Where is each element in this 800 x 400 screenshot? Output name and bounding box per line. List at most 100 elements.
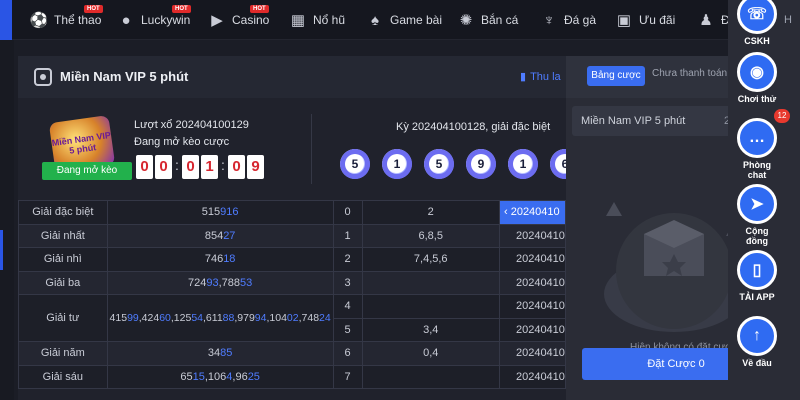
digit-tail: 2 xyxy=(361,200,500,225)
table-row: Giải nhì 74618 2 7,4,5,6 20240410 xyxy=(18,247,567,272)
nav-item-card-games[interactable]: ♠ Game bài xyxy=(366,0,442,40)
period-cell: 20240410 xyxy=(498,223,567,248)
top-navigation: ⚽ Thể thao HOT ● Luckywin HOT ▶ Casino H… xyxy=(0,0,800,40)
community-button[interactable]: ➤ Cộng đồng xyxy=(736,184,778,246)
chart-icon: ▮ xyxy=(520,71,527,83)
headset-icon: ☏ xyxy=(737,0,777,34)
slot-machine-icon: ▦ xyxy=(290,12,306,29)
results-table: Giải đặc biệt 515916 0 2 ‹ 20240410 Giải… xyxy=(18,200,567,389)
period-cell: 20240410 xyxy=(498,247,567,272)
prize-value: 6515,1064,9625 xyxy=(106,364,334,389)
download-app-button[interactable]: ▯ TẢI APP xyxy=(736,250,778,302)
period-cell: 20240410 xyxy=(498,294,567,319)
hot-badge: HOT xyxy=(250,5,269,13)
nav-item-casino[interactable]: ▶ Casino HOT xyxy=(208,0,269,40)
countdown-separator: : xyxy=(221,157,225,173)
chevron-left-icon: ‹ xyxy=(503,206,511,219)
countdown-separator: : xyxy=(175,157,179,173)
period-cell: 20240410 xyxy=(498,317,567,342)
digit-tail xyxy=(361,294,500,319)
nav-item-promotions[interactable]: ▣ Ưu đãi xyxy=(615,0,675,40)
nav-item-jackpot[interactable]: ▦ Nổ hũ xyxy=(289,0,345,40)
result-ball: 9 xyxy=(466,149,496,179)
support-button[interactable]: ☏ CSKH xyxy=(736,0,778,46)
digit-index: 7 xyxy=(332,364,363,389)
prize-label: Giải nhì xyxy=(18,247,108,272)
digit-tail: 7,4,5,6 xyxy=(361,247,500,272)
tab-bet-board[interactable]: Bảng cược xyxy=(587,66,645,86)
result-ball: 1 xyxy=(382,149,412,179)
result-ball: 1 xyxy=(508,149,538,179)
table-row: Giải nhất 85427 1 6,8,5 20240410 xyxy=(18,223,567,248)
nav-edge-accent xyxy=(0,0,12,40)
status-badge: Đang mở kèo xyxy=(42,162,132,180)
ball-icon: ● xyxy=(121,11,131,29)
digit-index: 4 xyxy=(332,294,363,319)
countdown-digit: 0 xyxy=(155,155,172,179)
hot-badge: HOT xyxy=(172,5,191,13)
digit-index: 5 xyxy=(332,317,363,342)
fish-icon: ✺ xyxy=(459,12,473,29)
prize-label: Giải ba xyxy=(18,270,108,295)
period-selector[interactable]: ‹ 20240410 xyxy=(498,200,567,225)
period-cell: 20240410 xyxy=(498,270,567,295)
game-title: Miền Nam VIP 5 phút xyxy=(60,69,189,84)
digit-index: 1 xyxy=(332,223,363,248)
prize-label: Giải năm xyxy=(18,341,108,366)
gift-icon: ▣ xyxy=(616,12,632,29)
rooster-icon: ♆ xyxy=(543,11,555,29)
period-cell: 20240410 xyxy=(498,341,567,366)
rules-link[interactable]: ▮ Thu la xyxy=(520,70,561,84)
prize-value: 41599,42460,12554,61188,97994,10402,7482… xyxy=(106,294,334,342)
chat-icon: … xyxy=(737,118,777,158)
prize-value: 3485 xyxy=(106,341,334,366)
demo-play-button[interactable]: ◉ Chơi thử xyxy=(736,52,778,104)
prize-label: Giải tư xyxy=(18,294,108,342)
period-cell: 20240410 xyxy=(498,364,567,389)
countdown-digit: 0 xyxy=(182,155,199,179)
digit-tail: 3,4 xyxy=(361,317,500,342)
result-title: Kỳ 202404100128, giải đặc biệt xyxy=(396,121,551,133)
play-icon: ▶ xyxy=(211,12,223,29)
back-to-top-button[interactable]: ↑ Về đầu xyxy=(736,316,778,368)
chat-notification-badge: 12 xyxy=(774,109,790,123)
digit-index: 0 xyxy=(332,200,363,225)
prize-value: 72493,78853 xyxy=(106,270,334,295)
prize-value: 85427 xyxy=(106,223,334,248)
soccer-ball-icon: ⚽ xyxy=(29,12,49,29)
tab-unsettled[interactable]: Chưa thanh toán xyxy=(652,68,727,79)
countdown-digit: 0 xyxy=(228,155,245,179)
result-ball: 5 xyxy=(340,149,370,179)
sidebar-active-marker xyxy=(0,230,3,270)
game-panel-header: Miền Nam VIP 5 phút ▮ Thu la xyxy=(18,56,566,98)
phone-icon: ▯ xyxy=(737,250,777,290)
digit-tail: 0,4 xyxy=(361,341,500,366)
table-row: Giải ba 72493,78853 3 20240410 xyxy=(18,270,567,295)
prize-label: Giải sáu xyxy=(18,364,108,389)
nav-overflow-text: H xyxy=(784,14,792,26)
prize-label: Giải đặc biệt xyxy=(18,200,108,225)
chat-room-button[interactable]: … Phòng chat xyxy=(736,118,778,180)
table-row: Giải sáu 6515,1064,9625 7 20240410 xyxy=(18,364,567,389)
nav-item-luckywin[interactable]: ● Luckywin HOT xyxy=(117,0,191,40)
arrow-up-icon: ↑ xyxy=(737,316,777,356)
countdown-digit: 0 xyxy=(136,155,153,179)
table-row: Giải tư 41599,42460,12554,61188,97994,10… xyxy=(18,294,567,342)
countdown-digit: 1 xyxy=(201,155,218,179)
prize-value: 515916 xyxy=(106,200,334,225)
prize-label: Giải nhất xyxy=(18,223,108,248)
digit-index: 6 xyxy=(332,341,363,366)
nav-item-sports[interactable]: ⚽ Thể thao HOT xyxy=(29,0,103,40)
nav-item-cockfight[interactable]: ♆ Đá gà xyxy=(540,0,596,40)
hot-badge: HOT xyxy=(84,5,103,13)
prize-value: 74618 xyxy=(106,247,334,272)
digit-index: 2 xyxy=(332,247,363,272)
left-sidebar-strip xyxy=(0,40,14,400)
person-icon: ♟ xyxy=(699,12,713,29)
draw-number: Lượt xổ 202404100129 xyxy=(134,119,249,131)
nav-item-fishing[interactable]: ✺ Bắn cá xyxy=(457,0,519,40)
digit-tail xyxy=(361,364,500,389)
divider xyxy=(311,114,312,184)
digit-tail: 6,8,5 xyxy=(361,223,500,248)
digit-index: 3 xyxy=(332,270,363,295)
